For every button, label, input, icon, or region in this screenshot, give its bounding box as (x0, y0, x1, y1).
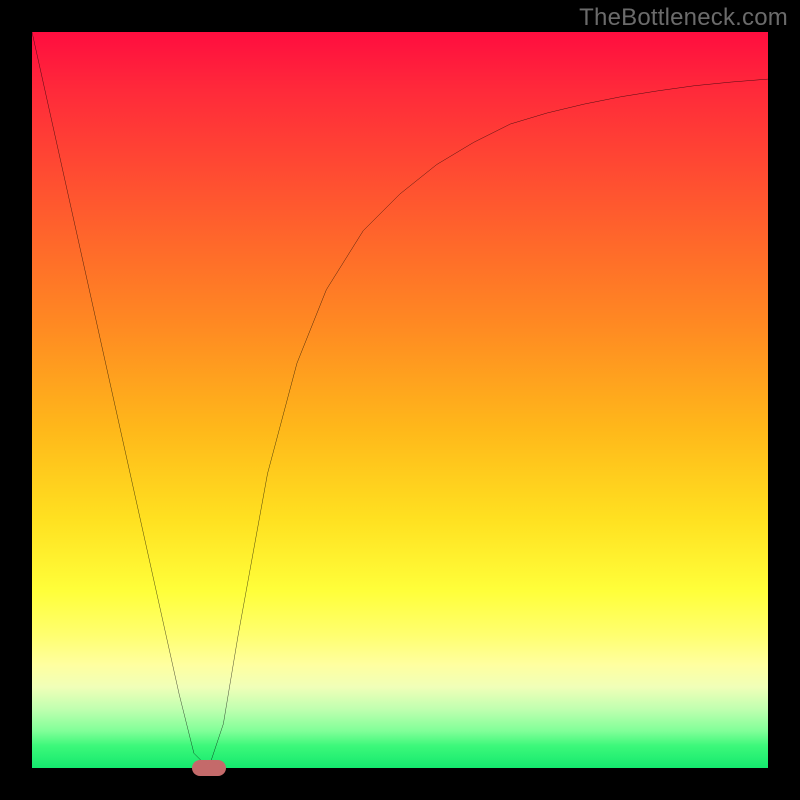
watermark-text: TheBottleneck.com (579, 4, 788, 32)
bottleneck-curve (32, 32, 768, 768)
plot-area (32, 32, 768, 768)
chart-frame: TheBottleneck.com (0, 0, 800, 800)
curve-layer (32, 32, 768, 768)
bottleneck-marker (192, 760, 226, 776)
